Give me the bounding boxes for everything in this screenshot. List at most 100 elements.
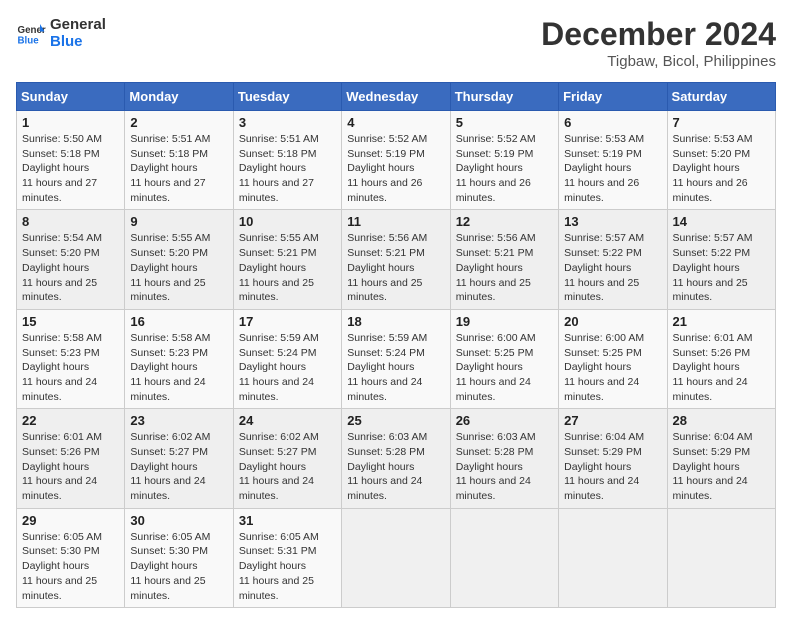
calendar-day-cell: 22Sunrise: 6:01 AMSunset: 5:26 PMDayligh… <box>17 409 125 508</box>
calendar-day-cell: 21 Sunrise: 6:01 AMSunset: 5:26 PMDayligh… <box>667 309 775 408</box>
day-number: 27 <box>564 413 661 428</box>
day-info: Sunrise: 5:53 AMSunset: 5:20 PMDaylight … <box>673 132 770 205</box>
weekday-header-sunday: Sunday <box>17 83 125 111</box>
calendar-day-cell: 23 Sunrise: 6:02 AMSunset: 5:27 PMDayligh… <box>125 409 233 508</box>
day-number: 11 <box>347 214 444 229</box>
day-number: 23 <box>130 413 227 428</box>
main-title: December 2024 <box>541 16 776 53</box>
title-block: December 2024 Tigbaw, Bicol, Philippines <box>541 16 776 70</box>
day-info: Sunrise: 5:58 AMSunset: 5:23 PMDaylight … <box>22 331 119 404</box>
day-info: Sunrise: 6:00 AMSunset: 5:25 PMDaylight … <box>564 331 661 404</box>
calendar-day-cell: 3Sunrise: 5:51 AMSunset: 5:18 PMDaylight… <box>233 111 341 210</box>
day-info: Sunrise: 6:03 AMSunset: 5:28 PMDaylight … <box>347 430 444 503</box>
calendar-week-row: 22Sunrise: 6:01 AMSunset: 5:26 PMDayligh… <box>17 409 776 508</box>
weekday-header-monday: Monday <box>125 83 233 111</box>
weekday-header-saturday: Saturday <box>667 83 775 111</box>
day-number: 7 <box>673 115 770 130</box>
calendar-day-cell: 11 Sunrise: 5:56 AMSunset: 5:21 PMDayligh… <box>342 210 450 309</box>
calendar-day-cell: 10Sunrise: 5:55 AMSunset: 5:21 PMDayligh… <box>233 210 341 309</box>
day-number: 9 <box>130 214 227 229</box>
calendar-day-cell: 18 Sunrise: 5:59 AMSunset: 5:24 PMDayligh… <box>342 309 450 408</box>
day-number: 17 <box>239 314 336 329</box>
calendar-day-cell: 25 Sunrise: 6:03 AMSunset: 5:28 PMDayligh… <box>342 409 450 508</box>
day-info: Sunrise: 5:57 AMSunset: 5:22 PMDaylight … <box>564 231 661 304</box>
calendar-day-cell <box>342 508 450 607</box>
day-info: Sunrise: 5:51 AMSunset: 5:18 PMDaylight … <box>130 132 227 205</box>
day-info: Sunrise: 6:05 AMSunset: 5:31 PMDaylight … <box>239 530 336 603</box>
calendar-day-cell: 15Sunrise: 5:58 AMSunset: 5:23 PMDayligh… <box>17 309 125 408</box>
calendar-day-cell: 31 Sunrise: 6:05 AMSunset: 5:31 PMDayligh… <box>233 508 341 607</box>
day-info: Sunrise: 6:01 AMSunset: 5:26 PMDaylight … <box>22 430 119 503</box>
calendar-day-cell: 19Sunrise: 6:00 AMSunset: 5:25 PMDayligh… <box>450 309 558 408</box>
day-info: Sunrise: 5:52 AMSunset: 5:19 PMDaylight … <box>456 132 553 205</box>
calendar-day-cell: 4 Sunrise: 5:52 AMSunset: 5:19 PMDaylight… <box>342 111 450 210</box>
day-number: 28 <box>673 413 770 428</box>
calendar-day-cell: 24 Sunrise: 6:02 AMSunset: 5:27 PMDayligh… <box>233 409 341 508</box>
calendar-day-cell: 8Sunrise: 5:54 AMSunset: 5:20 PMDaylight… <box>17 210 125 309</box>
calendar-day-cell: 26Sunrise: 6:03 AMSunset: 5:28 PMDayligh… <box>450 409 558 508</box>
day-info: Sunrise: 6:05 AMSunset: 5:30 PMDaylight … <box>130 530 227 603</box>
day-number: 6 <box>564 115 661 130</box>
calendar-day-cell: 28Sunrise: 6:04 AMSunset: 5:29 PMDayligh… <box>667 409 775 508</box>
day-info: Sunrise: 6:02 AMSunset: 5:27 PMDaylight … <box>130 430 227 503</box>
day-info: Sunrise: 5:59 AMSunset: 5:24 PMDaylight … <box>347 331 444 404</box>
calendar-day-cell: 5 Sunrise: 5:52 AMSunset: 5:19 PMDaylight… <box>450 111 558 210</box>
day-number: 25 <box>347 413 444 428</box>
calendar-day-cell: 12 Sunrise: 5:56 AMSunset: 5:21 PMDayligh… <box>450 210 558 309</box>
day-info: Sunrise: 5:59 AMSunset: 5:24 PMDaylight … <box>239 331 336 404</box>
calendar-day-cell: 29Sunrise: 6:05 AMSunset: 5:30 PMDayligh… <box>17 508 125 607</box>
day-number: 3 <box>239 115 336 130</box>
day-number: 26 <box>456 413 553 428</box>
svg-text:Blue: Blue <box>18 36 40 47</box>
day-info: Sunrise: 5:56 AMSunset: 5:21 PMDaylight … <box>347 231 444 304</box>
day-info: Sunrise: 5:50 AMSunset: 5:18 PMDaylight … <box>22 132 119 205</box>
day-info: Sunrise: 5:56 AMSunset: 5:21 PMDaylight … <box>456 231 553 304</box>
day-info: Sunrise: 5:52 AMSunset: 5:19 PMDaylight … <box>347 132 444 205</box>
calendar-day-cell <box>450 508 558 607</box>
day-info: Sunrise: 5:53 AMSunset: 5:19 PMDaylight … <box>564 132 661 205</box>
day-number: 1 <box>22 115 119 130</box>
logo-icon: General Blue <box>16 18 46 48</box>
location-subtitle: Tigbaw, Bicol, Philippines <box>541 53 776 70</box>
day-number: 16 <box>130 314 227 329</box>
weekday-header-tuesday: Tuesday <box>233 83 341 111</box>
calendar-day-cell: 20 Sunrise: 6:00 AMSunset: 5:25 PMDayligh… <box>559 309 667 408</box>
calendar-week-row: 29Sunrise: 6:05 AMSunset: 5:30 PMDayligh… <box>17 508 776 607</box>
calendar-week-row: 1 Sunrise: 5:50 AMSunset: 5:18 PMDaylight… <box>17 111 776 210</box>
calendar-week-row: 15Sunrise: 5:58 AMSunset: 5:23 PMDayligh… <box>17 309 776 408</box>
day-info: Sunrise: 6:01 AMSunset: 5:26 PMDaylight … <box>673 331 770 404</box>
day-number: 31 <box>239 513 336 528</box>
calendar-day-cell: 13 Sunrise: 5:57 AMSunset: 5:22 PMDayligh… <box>559 210 667 309</box>
calendar-day-cell: 2Sunrise: 5:51 AMSunset: 5:18 PMDaylight… <box>125 111 233 210</box>
day-number: 18 <box>347 314 444 329</box>
day-number: 19 <box>456 314 553 329</box>
logo-line2: Blue <box>50 33 106 50</box>
weekday-header-wednesday: Wednesday <box>342 83 450 111</box>
calendar-day-cell: 17 Sunrise: 5:59 AMSunset: 5:24 PMDayligh… <box>233 309 341 408</box>
day-number: 20 <box>564 314 661 329</box>
day-info: Sunrise: 6:05 AMSunset: 5:30 PMDaylight … <box>22 530 119 603</box>
day-number: 5 <box>456 115 553 130</box>
day-info: Sunrise: 5:55 AMSunset: 5:21 PMDaylight … <box>239 231 336 304</box>
day-number: 30 <box>130 513 227 528</box>
calendar-day-cell: 1 Sunrise: 5:50 AMSunset: 5:18 PMDaylight… <box>17 111 125 210</box>
day-number: 4 <box>347 115 444 130</box>
day-info: Sunrise: 6:02 AMSunset: 5:27 PMDaylight … <box>239 430 336 503</box>
weekday-header-friday: Friday <box>559 83 667 111</box>
day-number: 24 <box>239 413 336 428</box>
calendar-week-row: 8Sunrise: 5:54 AMSunset: 5:20 PMDaylight… <box>17 210 776 309</box>
day-info: Sunrise: 5:55 AMSunset: 5:20 PMDaylight … <box>130 231 227 304</box>
day-number: 21 <box>673 314 770 329</box>
calendar-day-cell <box>667 508 775 607</box>
calendar-day-cell <box>559 508 667 607</box>
calendar-day-cell: 9 Sunrise: 5:55 AMSunset: 5:20 PMDaylight… <box>125 210 233 309</box>
weekday-header-row: SundayMondayTuesdayWednesdayThursdayFrid… <box>17 83 776 111</box>
weekday-header-thursday: Thursday <box>450 83 558 111</box>
logo: General Blue General Blue <box>16 16 106 50</box>
day-number: 12 <box>456 214 553 229</box>
calendar-day-cell: 7 Sunrise: 5:53 AMSunset: 5:20 PMDaylight… <box>667 111 775 210</box>
day-info: Sunrise: 5:57 AMSunset: 5:22 PMDaylight … <box>673 231 770 304</box>
day-number: 8 <box>22 214 119 229</box>
day-number: 13 <box>564 214 661 229</box>
day-info: Sunrise: 6:04 AMSunset: 5:29 PMDaylight … <box>564 430 661 503</box>
